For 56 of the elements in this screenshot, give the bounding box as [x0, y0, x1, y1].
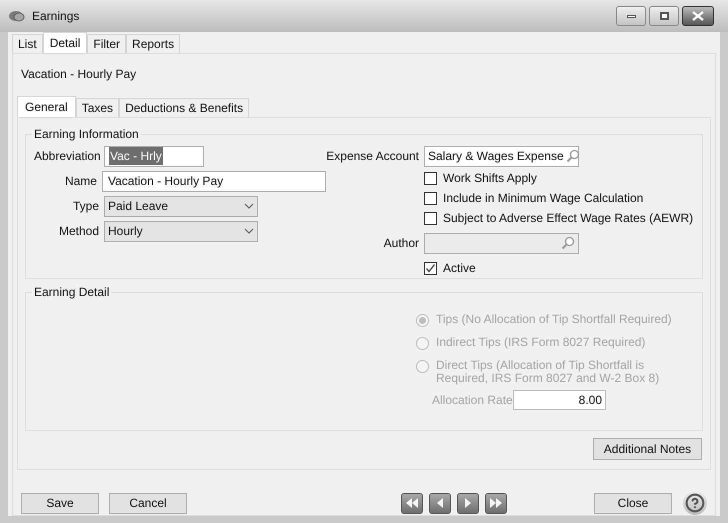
checkbox[interactable] — [424, 212, 437, 224]
window-title: Earnings — [32, 8, 80, 25]
lookup-field[interactable]: Salary & Wages Expense — [424, 146, 579, 166]
last-record-button[interactable] — [485, 492, 507, 514]
help-icon — [685, 493, 705, 513]
chevron-down-icon — [244, 203, 254, 209]
triangle-icon — [465, 498, 471, 508]
checkbox-label: Include in Minimum Wage Calculation — [443, 190, 644, 207]
next-record-button[interactable] — [457, 492, 479, 514]
input-field[interactable]: Vac - Hrly — [104, 146, 204, 166]
tab[interactable]: Filter — [87, 34, 126, 53]
checkbox[interactable] — [424, 172, 437, 184]
dropdown[interactable]: Paid Leave — [104, 196, 258, 216]
minimize-button[interactable] — [616, 6, 646, 26]
radio-label: Indirect Tips (IRS Form 8027 Required) — [436, 336, 646, 349]
help-button[interactable] — [683, 491, 707, 515]
field-label: Expense Account — [326, 148, 420, 165]
checkbox-label: Work Shifts Apply — [443, 170, 537, 187]
cancel-button[interactable]: Cancel — [109, 492, 187, 514]
field-label: Author — [382, 235, 420, 252]
previous-record-button[interactable] — [429, 492, 451, 514]
chevron-down-icon — [244, 228, 254, 234]
double-triangle-icon — [490, 498, 502, 508]
money-icon — [8, 9, 26, 23]
tab[interactable]: Detail — [42, 32, 88, 53]
checkbox-label: Active — [443, 260, 476, 277]
maximize-button[interactable] — [649, 6, 679, 26]
field-label: Type — [72, 198, 100, 215]
group-title: Earning Information — [33, 126, 140, 143]
input-field[interactable]: Vacation - Hourly Pay — [102, 170, 326, 192]
close-button[interactable] — [682, 6, 714, 26]
radio-label: Direct Tips (Allocation of Tip Shortfall is Required, IRS Form 8027 and W-2 Box 8) — [436, 359, 660, 385]
close-icon — [691, 11, 705, 21]
save-button[interactable]: Save — [21, 492, 99, 514]
radio-label: Tips (No Allocation of Tip Shortfall Required) — [436, 313, 673, 326]
tab[interactable]: Deductions & Benefits — [119, 98, 250, 117]
field-label: Name — [64, 173, 98, 190]
tab[interactable]: Reports — [126, 34, 180, 53]
checkbox-label: Subject to Adverse Effect Wage Rates (AEWR) — [443, 210, 694, 227]
first-record-button[interactable] — [401, 492, 423, 514]
field-label: Abbreviation — [34, 148, 102, 165]
field-label: Method — [58, 223, 100, 240]
tab[interactable]: List — [12, 34, 43, 53]
double-triangle-icon — [406, 498, 418, 508]
additional-notes-button[interactable]: Additional Notes — [593, 438, 702, 460]
dropdown[interactable]: Hourly — [104, 220, 258, 242]
checkbox[interactable] — [424, 262, 437, 274]
triangle-icon — [437, 498, 443, 508]
tab[interactable]: Taxes — [76, 98, 120, 117]
field-label: Allocation Rate — [432, 392, 513, 409]
group-title: Earning Detail — [33, 284, 110, 301]
tab[interactable]: General — [17, 96, 76, 117]
search-icon[interactable] — [566, 149, 580, 163]
record-title: Vacation - Hourly Pay — [21, 66, 138, 83]
checkbox[interactable] — [424, 192, 437, 204]
close-window-button[interactable]: Close — [594, 492, 672, 514]
